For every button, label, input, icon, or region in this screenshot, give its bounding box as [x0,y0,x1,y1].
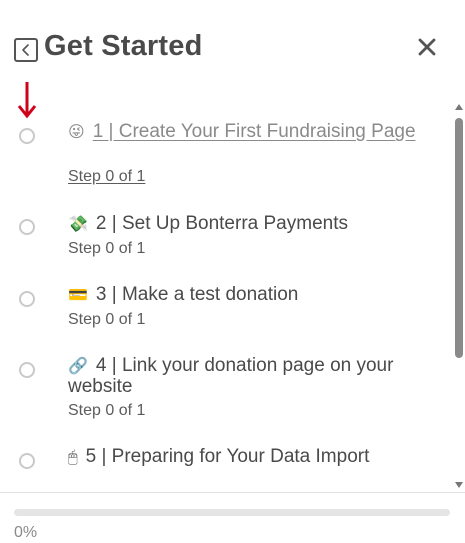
progress-percent: 0% [14,524,38,541]
task-radio[interactable] [19,128,35,144]
close-button[interactable] [416,36,438,58]
scrollbar[interactable] [452,104,465,492]
task-title[interactable]: 💳 3 | Make a test donation [68,285,428,306]
task-title[interactable]: 🖱 5 | Preparing for Your Data Import [68,447,428,468]
task-title[interactable]: 🔗 4 | Link your donation page on your web… [68,356,428,397]
task-title-link[interactable]: 😜 1 | Create Your First Fundraising Page [68,122,428,143]
task-radio[interactable] [19,291,35,307]
back-button[interactable] [14,38,38,62]
scroll-up-arrow-icon[interactable] [455,104,463,110]
task-step-link[interactable]: Step 0 of 1 [68,168,145,186]
task-list: 😜 1 | Create Your First Fundraising Page … [0,118,452,490]
emoji-icon: 😜 [68,124,85,141]
divider [0,492,465,493]
chevron-left-icon [22,44,29,56]
scrollbar-thumb[interactable] [455,118,463,358]
task-step: Step 0 of 1 [68,402,146,419]
down-arrow-icon [17,82,37,119]
scroll-down-arrow-icon[interactable] [455,482,463,488]
task-radio[interactable] [19,362,35,378]
task-radio[interactable] [19,219,35,235]
task-radio[interactable] [19,453,35,469]
task-title[interactable]: 💸 2 | Set Up Bonterra Payments [68,214,428,235]
close-icon [418,38,436,56]
task-step: Step 0 of 1 [68,240,146,257]
emoji-icon: 🔗 [68,358,88,375]
panel-header: Get Started [0,0,465,119]
task-step: Step 0 of 1 [68,311,146,328]
emoji-icon: 💸 [68,216,88,233]
emoji-icon: 💳 [68,287,88,304]
emoji-icon: 🖱 [68,449,78,466]
page-title: Get Started [44,30,203,62]
progress-bar [14,509,450,516]
